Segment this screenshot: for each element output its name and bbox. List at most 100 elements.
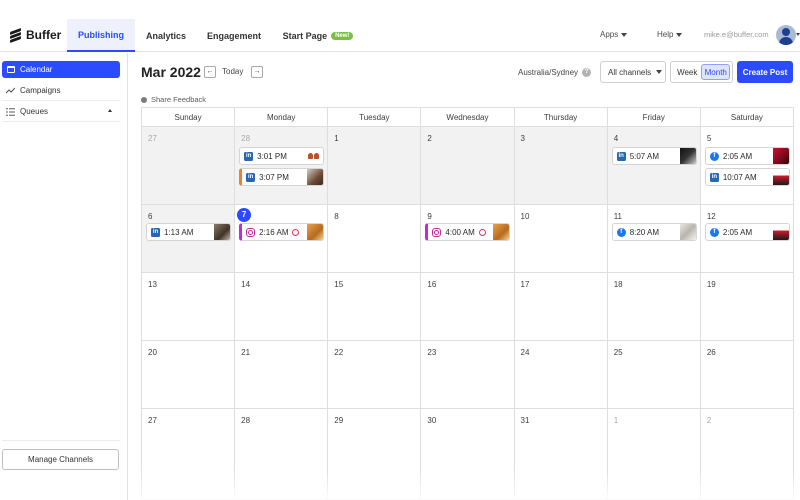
channels-dropdown-value: All channels xyxy=(608,67,652,77)
top-nav: Buffer Publishing Analytics Engagement S… xyxy=(0,0,800,52)
day-cell[interactable]: 1 xyxy=(328,127,422,205)
day-cell[interactable]: 20 xyxy=(142,341,236,409)
timezone-indicator: Australia/Sydney ? xyxy=(518,68,592,77)
week-view-button[interactable]: Week xyxy=(673,64,701,80)
scheduled-post[interactable]: 4:00 AM xyxy=(425,223,511,241)
day-cell[interactable]: 17 xyxy=(514,273,608,341)
day-number: 11 xyxy=(613,212,622,221)
feedback-icon xyxy=(141,96,147,103)
day-cell[interactable]: 23 xyxy=(421,341,515,409)
day-cell[interactable]: 14 xyxy=(235,273,329,341)
scheduled-post[interactable]: in 3:01 PM xyxy=(239,147,325,165)
day-cell[interactable]: 8 xyxy=(328,205,422,273)
day-cell[interactable]: 28 in 3:01 PM in 3:07 PM xyxy=(235,127,329,205)
scheduled-post[interactable]: in 1:13 AM xyxy=(146,223,231,241)
day-cell[interactable]: 4 in 5:07 AM xyxy=(607,127,701,205)
channels-dropdown[interactable]: All channels xyxy=(600,61,666,83)
weekday-label: Wednesday xyxy=(421,108,515,127)
chevron-up-icon[interactable] xyxy=(108,109,112,112)
scheduled-post[interactable]: f 2:05 AM xyxy=(704,223,790,241)
page-title: Mar 2022 xyxy=(141,64,201,80)
day-cell[interactable]: 9 4:00 AM xyxy=(421,205,515,273)
post-time: 4:00 AM xyxy=(445,227,475,237)
new-badge: New! xyxy=(331,31,354,40)
day-number: 2 xyxy=(427,134,432,143)
post-thumbnail xyxy=(307,224,324,240)
prev-month-button[interactable]: ← xyxy=(204,66,216,78)
scheduled-post[interactable]: in 10:07 AM xyxy=(704,168,790,186)
scheduled-post[interactable]: in 5:07 AM xyxy=(611,147,697,165)
tab-start-page[interactable]: Start Page New! xyxy=(280,19,356,52)
share-feedback-link[interactable]: Share Feedback xyxy=(141,95,206,104)
day-cell[interactable]: 25 xyxy=(607,341,701,409)
day-cell[interactable]: 28 xyxy=(235,409,329,500)
day-cell[interactable]: 10 xyxy=(514,205,608,273)
post-time: 2:16 AM xyxy=(259,227,289,237)
post-time: 2:05 AM xyxy=(722,227,753,237)
day-cell[interactable]: 5 f 2:05 AM in 10:07 AM xyxy=(700,127,794,205)
tab-engagement-label: Engagement xyxy=(206,30,261,41)
day-cell[interactable]: 29 xyxy=(328,409,422,500)
day-cell[interactable]: 3 xyxy=(514,127,608,205)
day-number: 5 xyxy=(706,134,712,143)
help-menu[interactable]: Help xyxy=(657,30,683,39)
day-cell[interactable]: 31 xyxy=(514,409,608,500)
day-cell[interactable]: 13 xyxy=(142,273,236,341)
chevron-down-icon xyxy=(621,32,628,37)
day-cell[interactable]: 22 xyxy=(328,341,422,409)
day-cell[interactable]: 27 xyxy=(142,127,236,205)
scheduled-post[interactable]: f 8:20 AM xyxy=(611,223,697,241)
sidebar-item-queues[interactable]: Queues xyxy=(2,103,120,120)
post-time: 1:13 AM xyxy=(164,227,194,237)
day-cell[interactable]: 1 xyxy=(607,409,701,500)
day-number: 9 xyxy=(427,212,432,221)
next-month-button[interactable]: → xyxy=(251,66,263,78)
day-cell[interactable]: 26 xyxy=(700,341,794,409)
tab-engagement[interactable]: Engagement xyxy=(200,19,268,52)
day-cell[interactable]: 2 xyxy=(700,409,794,500)
scheduled-post[interactable]: f 2:05 AM xyxy=(704,147,790,165)
create-post-button[interactable]: Create Post xyxy=(737,61,793,83)
day-cell[interactable]: 24 xyxy=(514,341,608,409)
sidebar-item-calendar[interactable]: Calendar xyxy=(2,61,120,78)
day-cell[interactable]: 6 in 1:13 AM xyxy=(142,205,236,273)
sidebar-divider xyxy=(2,440,120,441)
view-toggle: Week Month xyxy=(670,61,733,83)
today-button[interactable]: Today xyxy=(222,67,243,76)
post-thumbnail xyxy=(214,224,230,240)
month-view-button[interactable]: Month xyxy=(701,64,730,80)
apps-menu[interactable]: Apps xyxy=(600,30,628,39)
day-cell[interactable]: 2 xyxy=(421,127,515,205)
day-cell[interactable]: 12 f 2:05 AM xyxy=(700,205,794,273)
sidebar-item-label: Campaigns xyxy=(20,86,61,95)
manage-channels-button[interactable]: Manage Channels xyxy=(2,449,119,470)
day-number: 22 xyxy=(334,348,344,357)
day-cell[interactable]: 15 xyxy=(328,273,422,341)
sidebar-item-campaigns[interactable]: Campaigns xyxy=(2,82,120,99)
weekday-label: Friday xyxy=(608,108,701,127)
instagram-icon xyxy=(432,227,442,237)
day-cell[interactable]: 21 xyxy=(235,341,329,409)
day-cell[interactable]: 7 2:16 AM xyxy=(235,205,329,273)
day-cell[interactable]: 19 xyxy=(700,273,794,341)
scheduled-post[interactable]: 2:16 AM xyxy=(239,223,325,241)
tab-analytics[interactable]: Analytics xyxy=(140,19,192,52)
day-cell[interactable]: 30 xyxy=(421,409,515,500)
tab-publishing[interactable]: Publishing xyxy=(67,19,135,52)
help-icon[interactable]: ? xyxy=(582,68,592,77)
weekday-label: Monday xyxy=(235,108,329,127)
avatar[interactable] xyxy=(776,25,796,45)
scheduled-post[interactable]: in 3:07 PM xyxy=(239,168,325,186)
chevron-down-icon[interactable] xyxy=(796,33,800,36)
sidebar-divider xyxy=(2,100,120,101)
month-calendar: Sunday Monday Tuesday Wednesday Thursday Frid… xyxy=(141,107,794,500)
day-cell[interactable]: 16 xyxy=(421,273,515,341)
chevron-down-icon xyxy=(676,32,683,37)
facebook-icon: f xyxy=(709,227,719,237)
day-cell[interactable]: 27 xyxy=(142,409,236,500)
day-number: 10 xyxy=(520,212,530,221)
buffer-logo[interactable]: Buffer xyxy=(10,27,61,44)
day-number: 28 xyxy=(241,134,251,143)
day-cell[interactable]: 18 xyxy=(607,273,701,341)
day-cell[interactable]: 11 f 8:20 AM xyxy=(607,205,701,273)
